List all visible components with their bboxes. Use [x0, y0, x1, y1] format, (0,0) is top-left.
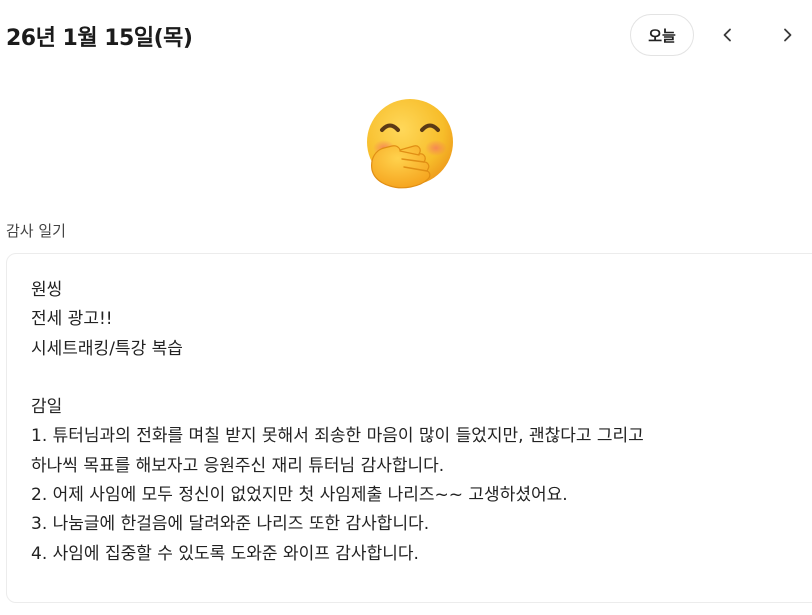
header: 26년 1월 15일(목) 오늘	[0, 0, 812, 72]
prev-day-button[interactable]	[711, 18, 745, 52]
mood-emoji[interactable]	[362, 96, 458, 192]
face-with-hand-over-mouth-icon	[367, 99, 453, 189]
today-button[interactable]: 오늘	[630, 14, 694, 56]
diary-content[interactable]: 원씽 전세 광고!! 시세트래킹/특강 복습 감일 1. 튜터님과의 전화를 며…	[31, 276, 811, 569]
diary-card[interactable]: 원씽 전세 광고!! 시세트래킹/특강 복습 감일 1. 튜터님과의 전화를 며…	[6, 253, 812, 603]
section-label: 감사 일기	[6, 222, 66, 240]
chevron-right-icon	[784, 28, 792, 42]
chevron-left-icon	[723, 28, 731, 42]
date-title: 26년 1월 15일(목)	[6, 26, 193, 51]
next-day-button[interactable]	[770, 18, 804, 52]
